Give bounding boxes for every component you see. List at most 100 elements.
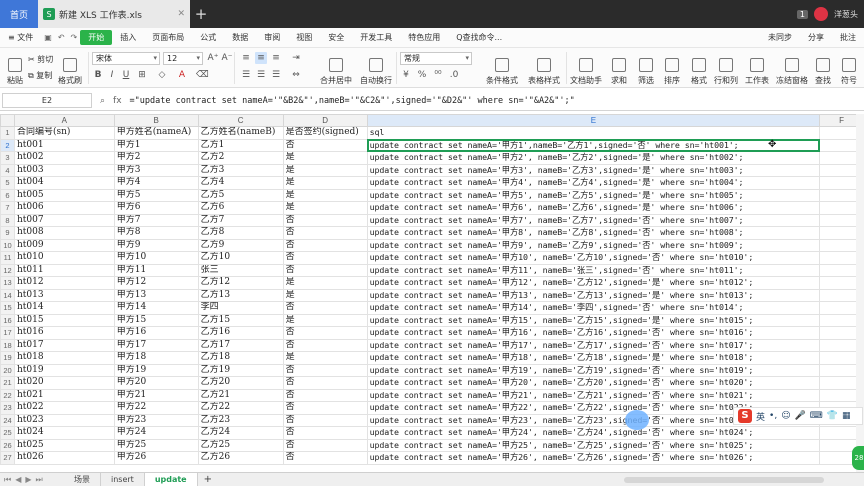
ime-skin-icon[interactable]: 👕: [827, 411, 838, 421]
bold-button[interactable]: B: [92, 69, 104, 81]
cell-nameb[interactable]: 乙方8: [197, 226, 284, 240]
document-tab[interactable]: S 新建 XLS 工作表.xls ✕: [38, 0, 190, 28]
save-icon[interactable]: ▣: [41, 33, 55, 42]
cell-sql[interactable]: update contract set nameA='甲方17', nameB=…: [366, 338, 821, 352]
column-header-e[interactable]: E: [366, 114, 821, 127]
cell-signed[interactable]: 否: [282, 226, 368, 240]
cell-sql[interactable]: update contract set nameA='甲方3', nameB='…: [366, 163, 821, 177]
cell-nameb[interactable]: 乙方2: [197, 151, 284, 165]
format-button[interactable]: 格式: [686, 50, 712, 86]
row-header[interactable]: 19: [0, 351, 15, 365]
cell-sn[interactable]: ht001: [13, 138, 115, 152]
cell-nameb[interactable]: 乙方7: [197, 213, 284, 227]
cell-nameb[interactable]: 乙方24: [197, 426, 284, 440]
cell-sn[interactable]: ht018: [13, 351, 115, 365]
cut-button[interactable]: ✂ 剪切: [28, 54, 53, 65]
cell-sn[interactable]: ht016: [13, 326, 115, 340]
cell-sql[interactable]: update contract set nameA='甲方25', nameB=…: [366, 438, 821, 452]
cell-sql[interactable]: update contract set nameA='甲方21', nameB=…: [366, 388, 821, 402]
column-header-c[interactable]: C: [197, 114, 284, 127]
cell-sql[interactable]: update contract set nameA='甲方15', nameB=…: [366, 313, 821, 327]
floating-assistant-icon[interactable]: [625, 410, 649, 430]
decrease-font-icon[interactable]: A⁻: [221, 52, 233, 64]
cell-signed[interactable]: 是: [282, 176, 368, 190]
cell-sn[interactable]: ht005: [13, 188, 115, 202]
menu-developer[interactable]: 开发工具: [352, 32, 400, 43]
cell-namea[interactable]: 甲方13: [113, 288, 199, 302]
cell-nameb[interactable]: 乙方22: [197, 401, 284, 415]
increase-font-icon[interactable]: A⁺: [207, 52, 219, 64]
cell-namea[interactable]: 甲方25: [113, 438, 199, 452]
sheet-tab-insert[interactable]: insert: [101, 472, 145, 486]
ime-language[interactable]: 英: [756, 410, 765, 423]
merge-center-button[interactable]: 合并居中: [318, 50, 354, 86]
select-all-corner[interactable]: [0, 114, 15, 127]
row-header[interactable]: 14: [0, 288, 15, 302]
cell-nameb[interactable]: 乙方20: [197, 376, 284, 390]
avatar[interactable]: [814, 7, 828, 21]
cell-namea[interactable]: 甲方4: [113, 176, 199, 190]
sheet-tab-scene[interactable]: 场景: [64, 472, 101, 486]
cell-signed[interactable]: 是: [282, 351, 368, 365]
cell-sql[interactable]: update contract set nameA='甲方2', nameB='…: [366, 151, 821, 165]
cell-sql[interactable]: update contract set nameA='甲方1',nameB='乙…: [366, 138, 821, 152]
row-header[interactable]: 8: [0, 213, 15, 227]
cell-namea[interactable]: 甲方9: [113, 238, 199, 252]
cell-signed[interactable]: 否: [282, 326, 368, 340]
share-button[interactable]: 分享: [800, 32, 832, 43]
cell-sn[interactable]: ht014: [13, 301, 115, 315]
cell-signed[interactable]: 否: [282, 438, 368, 452]
filter-button[interactable]: 筛选: [633, 50, 659, 86]
ime-keyboard-icon[interactable]: ⌨: [810, 411, 823, 421]
sum-button[interactable]: 求和: [606, 50, 632, 86]
cell-signed[interactable]: 否: [282, 388, 368, 402]
cell-signed[interactable]: 否: [282, 251, 368, 265]
currency-icon[interactable]: ¥: [400, 69, 412, 81]
cell-signed[interactable]: 否: [282, 263, 368, 277]
undo-icon[interactable]: ↶: [55, 33, 68, 42]
cell-signed[interactable]: 否: [282, 301, 368, 315]
cell-namea[interactable]: 甲方19: [113, 363, 199, 377]
header-cell-nameb[interactable]: 乙方姓名(nameB): [197, 126, 284, 140]
cell-sql[interactable]: update contract set nameA='甲方12', nameB=…: [366, 276, 821, 290]
cell-sql[interactable]: update contract set nameA='甲方14', nameB=…: [366, 301, 821, 315]
fx-icon[interactable]: fx: [113, 96, 122, 106]
horizontal-scrollbar[interactable]: [624, 476, 824, 483]
ime-emoji-icon[interactable]: ☺: [781, 411, 790, 421]
align-left-icon[interactable]: ☰: [240, 69, 252, 81]
next-sheet-icon[interactable]: ▶: [25, 475, 31, 485]
ime-mic-icon[interactable]: 🎤: [795, 411, 806, 421]
cell-nameb[interactable]: 乙方12: [197, 276, 284, 290]
align-center-icon[interactable]: ☰: [255, 69, 267, 81]
format-painter-button[interactable]: 格式刷: [55, 50, 85, 86]
row-header[interactable]: 21: [0, 376, 15, 390]
row-header[interactable]: 4: [0, 163, 15, 177]
row-header[interactable]: 10: [0, 238, 15, 252]
formula-input[interactable]: ="update contract set nameA='"&B2&"',nam…: [130, 96, 575, 106]
prev-sheet-icon[interactable]: ◀: [15, 475, 21, 485]
cell-namea[interactable]: 甲方15: [113, 313, 199, 327]
font-name-select[interactable]: 宋体: [92, 52, 160, 65]
cell-sn[interactable]: ht017: [13, 338, 115, 352]
ime-logo-icon[interactable]: S: [738, 409, 752, 423]
align-bottom-icon[interactable]: ≡: [270, 52, 282, 64]
cell-signed[interactable]: 是: [282, 313, 368, 327]
menu-file[interactable]: ≡ 文件: [0, 32, 41, 43]
cell-nameb[interactable]: 乙方15: [197, 313, 284, 327]
zoom-icon[interactable]: ⌕: [100, 96, 105, 106]
cell-nameb[interactable]: 乙方17: [197, 338, 284, 352]
border-icon[interactable]: ⊞: [136, 69, 148, 81]
row-header[interactable]: 16: [0, 313, 15, 327]
cell-namea[interactable]: 甲方11: [113, 263, 199, 277]
doc-assistant-button[interactable]: 文档助手: [568, 50, 604, 86]
thousands-icon[interactable]: ⁰⁰: [432, 69, 444, 81]
cell-sn[interactable]: ht003: [13, 163, 115, 177]
row-header[interactable]: 7: [0, 201, 15, 215]
cell-sql[interactable]: update contract set nameA='甲方11', nameB=…: [366, 263, 821, 277]
decimal-icon[interactable]: .0: [448, 69, 460, 81]
cell-nameb[interactable]: 乙方4: [197, 176, 284, 190]
cell-sql[interactable]: update contract set nameA='甲方13', nameB=…: [366, 288, 821, 302]
cell-nameb[interactable]: 张三: [197, 263, 284, 277]
align-right-icon[interactable]: ☰: [270, 69, 282, 81]
menu-page-layout[interactable]: 页面布局: [144, 32, 192, 43]
